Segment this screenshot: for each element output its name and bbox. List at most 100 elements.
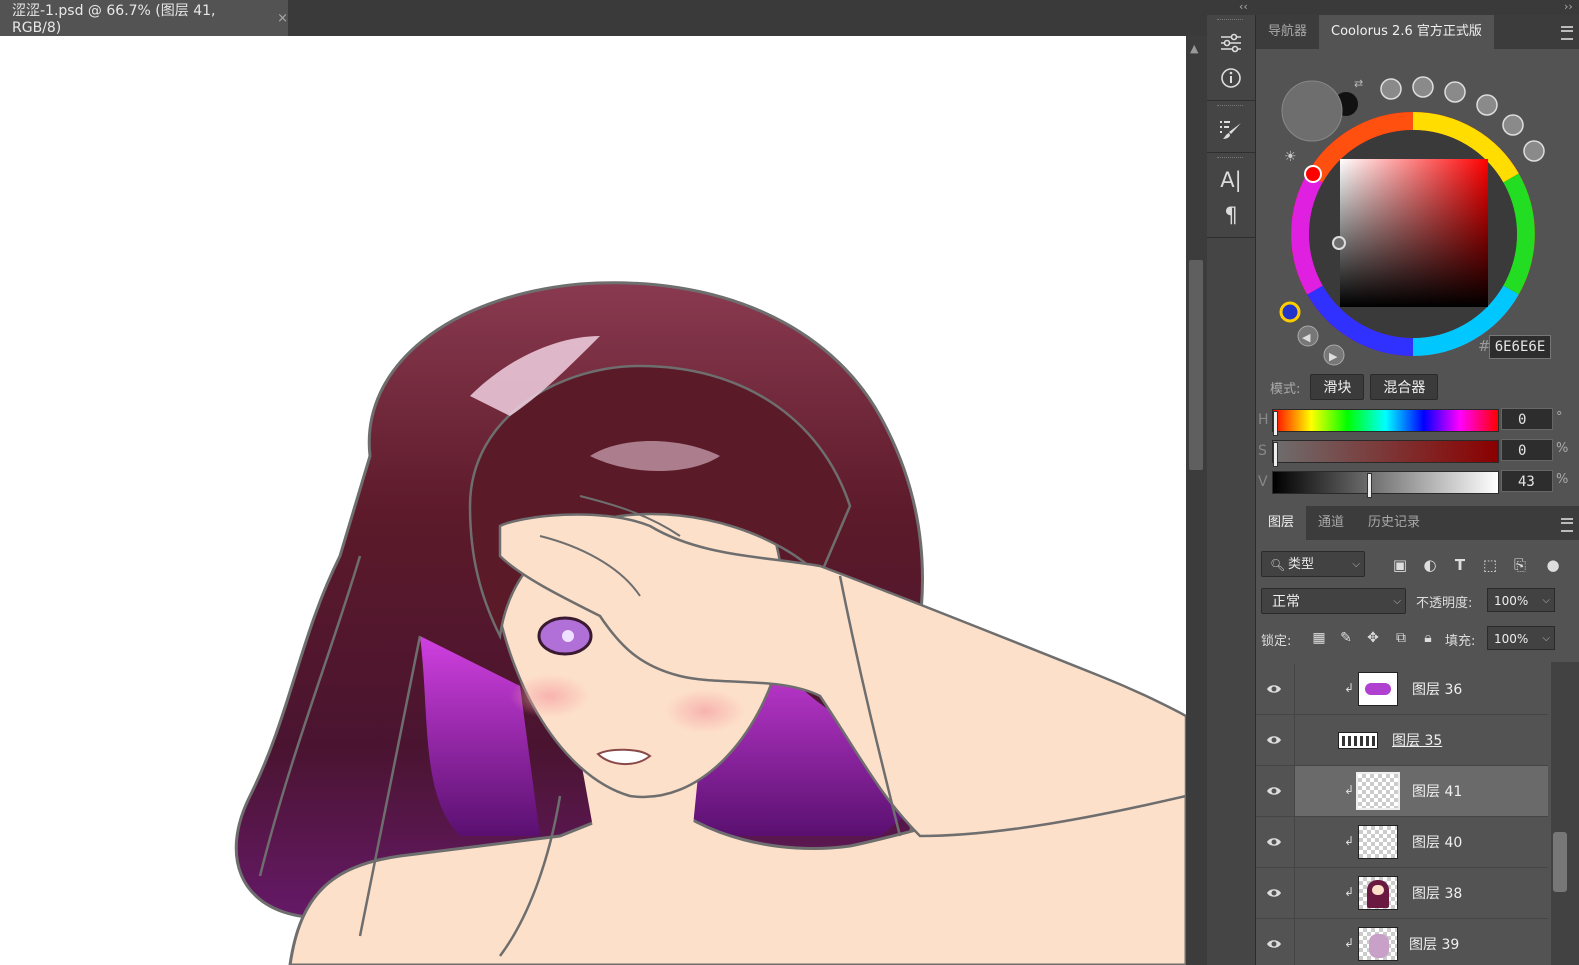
chevron-down-icon[interactable]: ⌵ <box>1542 627 1550 651</box>
saturation-slider-row: S 0 % <box>1256 437 1579 467</box>
visibility-cell[interactable] <box>1256 817 1295 867</box>
filter-adjustment-icon[interactable]: ◐ <box>1420 555 1440 575</box>
layer-thumbnail[interactable] <box>1358 927 1398 961</box>
layer-name[interactable]: 图层 38 <box>1412 883 1462 903</box>
fill-input[interactable]: 100% ⌵ <box>1487 626 1555 650</box>
collapse-panels-icon[interactable]: ‹‹ <box>1239 0 1248 13</box>
clipping-arrow-icon: ↲ <box>1344 885 1355 899</box>
lock-transparency-icon[interactable]: ▦ <box>1309 628 1329 648</box>
value-value-input[interactable]: 43 <box>1501 470 1553 492</box>
filter-pixel-icon[interactable]: ▣ <box>1390 555 1410 575</box>
document-tab-bar: 涩涩-1.psd @ 66.7% (图层 41, RGB/8) × <box>0 0 1207 36</box>
slider-mode-button[interactable]: 滑块 <box>1310 374 1365 400</box>
mixer-mode-button[interactable]: 混合器 <box>1370 374 1439 400</box>
lock-pixels-icon[interactable]: ✎ <box>1336 628 1356 648</box>
chevron-down-icon[interactable]: ⌵ <box>1542 589 1550 613</box>
visibility-cell[interactable] <box>1256 664 1295 714</box>
filter-type-icon[interactable]: T <box>1450 555 1470 575</box>
layer-thumbnail[interactable] <box>1358 876 1398 910</box>
chevron-down-icon: ⌵ <box>1352 559 1360 570</box>
hue-letter: H <box>1258 412 1269 428</box>
layers-panel-menu-icon[interactable] <box>1561 518 1573 532</box>
layer-list-scroll-thumb[interactable] <box>1553 832 1567 892</box>
character-icon[interactable]: A| <box>1213 165 1249 195</box>
lock-artboard-icon[interactable]: ⧉ <box>1391 628 1411 648</box>
layer-name[interactable]: 图层 40 <box>1412 832 1462 852</box>
mode-row: 模式: 滑块 混合器 <box>1270 374 1439 400</box>
layer-row[interactable]: ↲ 图层 39 <box>1256 919 1548 965</box>
layer-filter-value: 类型 <box>1288 557 1315 572</box>
layer-filter-select[interactable]: 🔍︎ 类型 ⌵ <box>1261 551 1365 577</box>
layer-list[interactable]: ↲ 图层 36 图层 35 ↲ 图层 41 ↲ 图层 40 ↲ 图层 38 ↲ … <box>1256 662 1551 965</box>
opacity-input[interactable]: 100% ⌵ <box>1487 588 1555 612</box>
filter-smart-object-icon[interactable]: ⎘ <box>1510 555 1530 575</box>
expand-panels-icon[interactable]: ›› <box>1564 0 1573 13</box>
layer-list-scrollbar[interactable] <box>1551 662 1579 965</box>
hue-slider[interactable] <box>1272 409 1499 436</box>
saturation-unit: % <box>1556 441 1569 456</box>
canvas-vertical-scrollbar[interactable]: ▲ <box>1186 36 1207 965</box>
lock-position-icon[interactable]: ✥ <box>1363 628 1383 648</box>
layer-name[interactable]: 图层 36 <box>1412 679 1462 699</box>
layer-thumbnail[interactable] <box>1338 732 1378 749</box>
collapsed-panel-icon-strip: A| ¶ <box>1207 15 1256 965</box>
blend-mode-select[interactable]: 正常 ⌵ <box>1261 588 1406 614</box>
saturation-value-input[interactable]: 0 <box>1501 439 1553 461</box>
layer-thumbnail[interactable] <box>1358 672 1398 706</box>
layer-row[interactable]: ↲ 图层 40 <box>1256 817 1548 868</box>
blush-right <box>665 689 745 733</box>
layer-thumbnail[interactable] <box>1356 772 1400 810</box>
tab-layers[interactable]: 图层 <box>1256 506 1307 540</box>
hue-marker <box>1304 165 1322 183</box>
canvas-scroll-thumb[interactable] <box>1189 260 1203 470</box>
tab-channels[interactable]: 通道 <box>1306 506 1356 540</box>
value-slider[interactable] <box>1272 471 1499 498</box>
layer-row[interactable]: 图层 35 <box>1256 715 1548 766</box>
visibility-cell[interactable] <box>1256 919 1295 965</box>
clipping-arrow-icon: ↲ <box>1344 936 1355 950</box>
layer-name[interactable]: 图层 41 <box>1412 781 1462 801</box>
visibility-cell[interactable] <box>1256 715 1295 765</box>
lock-all-icon[interactable]: 🔒︎ <box>1418 628 1438 648</box>
clipping-arrow-icon: ↲ <box>1344 783 1355 797</box>
visibility-cell[interactable] <box>1256 868 1295 918</box>
color-harmony-icon <box>1279 301 1301 323</box>
hue-slider-row: H 0 ° <box>1256 406 1579 436</box>
visibility-cell[interactable] <box>1256 766 1295 816</box>
filter-toggle-icon[interactable]: ● <box>1543 555 1563 575</box>
document-tab[interactable]: 涩涩-1.psd @ 66.7% (图层 41, RGB/8) × <box>0 0 288 36</box>
tab-history[interactable]: 历史记录 <box>1356 506 1432 540</box>
tab-coolorus[interactable]: Coolorus 2.6 官方正式版 <box>1319 15 1494 49</box>
saturation-slider[interactable] <box>1272 440 1499 467</box>
brush-presets-icon[interactable] <box>1213 115 1249 145</box>
saturation-slider-knob[interactable] <box>1273 442 1278 467</box>
hex-color-input[interactable]: 6E6E6E <box>1489 335 1551 359</box>
layer-row[interactable]: ↲ 图层 38 <box>1256 868 1548 919</box>
swap-colors-icon: ⇄ <box>1354 77 1363 90</box>
layer-name[interactable]: 图层 35 <box>1392 730 1442 750</box>
info-icon[interactable] <box>1213 63 1249 93</box>
layer-name[interactable]: 图层 39 <box>1409 934 1459 954</box>
color-wheel[interactable]: ⇄ ☀ ◀ ▶ <box>1256 49 1579 369</box>
strip-grip[interactable] <box>1217 19 1243 23</box>
saturation-letter: S <box>1258 443 1267 459</box>
paragraph-icon[interactable]: ¶ <box>1213 200 1249 230</box>
canvas[interactable] <box>0 36 1186 965</box>
eye-icon <box>1267 940 1281 948</box>
blush-left <box>510 674 590 718</box>
close-tab-icon[interactable]: × <box>277 11 288 26</box>
hue-slider-knob[interactable] <box>1273 411 1278 436</box>
hue-value-input[interactable]: 0 <box>1501 408 1553 430</box>
adjust-sliders-icon[interactable] <box>1213 28 1249 58</box>
layer-row[interactable]: ↲ 图层 36 <box>1256 664 1548 715</box>
layer-thumbnail[interactable] <box>1358 825 1398 859</box>
value-slider-knob[interactable] <box>1367 473 1372 498</box>
tab-navigator[interactable]: 导航器 <box>1256 15 1319 49</box>
clipping-arrow-icon: ↲ <box>1344 681 1355 695</box>
color-panel-menu-icon[interactable] <box>1561 26 1573 40</box>
chevron-down-icon: ⌵ <box>1393 596 1401 607</box>
filter-shape-icon[interactable]: ⬚ <box>1480 555 1500 575</box>
scroll-up-arrow-icon[interactable]: ▲ <box>1190 42 1198 55</box>
layer-row-selected[interactable]: ↲ 图层 41 <box>1256 766 1548 817</box>
mode-label: 模式: <box>1270 381 1301 397</box>
